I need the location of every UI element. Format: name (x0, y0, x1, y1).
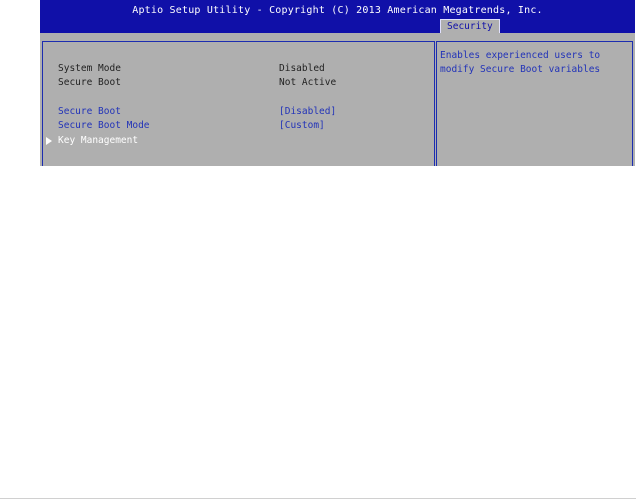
key-management-item[interactable]: Key Management (46, 135, 138, 147)
help-text: Enables experienced users to modify Secu… (440, 50, 601, 75)
secure-boot-status-label: Secure Boot (58, 77, 121, 88)
bios-screen: Aptio Setup Utility - Copyright (C) 2013… (40, 0, 635, 166)
system-mode-value: Disabled (279, 63, 325, 74)
system-mode-label: System Mode (58, 63, 121, 74)
tab-security[interactable]: Security (440, 19, 500, 33)
key-management-label: Key Management (58, 135, 139, 146)
submenu-arrow-icon (46, 137, 52, 145)
main-panel: System Mode Disabled Secure Boot Not Act… (42, 41, 435, 166)
secure-boot-option-label[interactable]: Secure Boot (58, 106, 121, 118)
help-panel: Enables experienced users to modify Secu… (436, 41, 633, 166)
header-bar: Aptio Setup Utility - Copyright (C) 2013… (40, 0, 635, 33)
app-title: Aptio Setup Utility - Copyright (C) 2013… (132, 5, 543, 16)
page-divider (0, 498, 636, 499)
secure-boot-mode-label[interactable]: Secure Boot Mode (58, 120, 150, 132)
secure-boot-option-value[interactable]: [Disabled] (279, 106, 336, 118)
secure-boot-mode-value[interactable]: [Custom] (279, 120, 325, 132)
secure-boot-status-value: Not Active (279, 77, 337, 88)
